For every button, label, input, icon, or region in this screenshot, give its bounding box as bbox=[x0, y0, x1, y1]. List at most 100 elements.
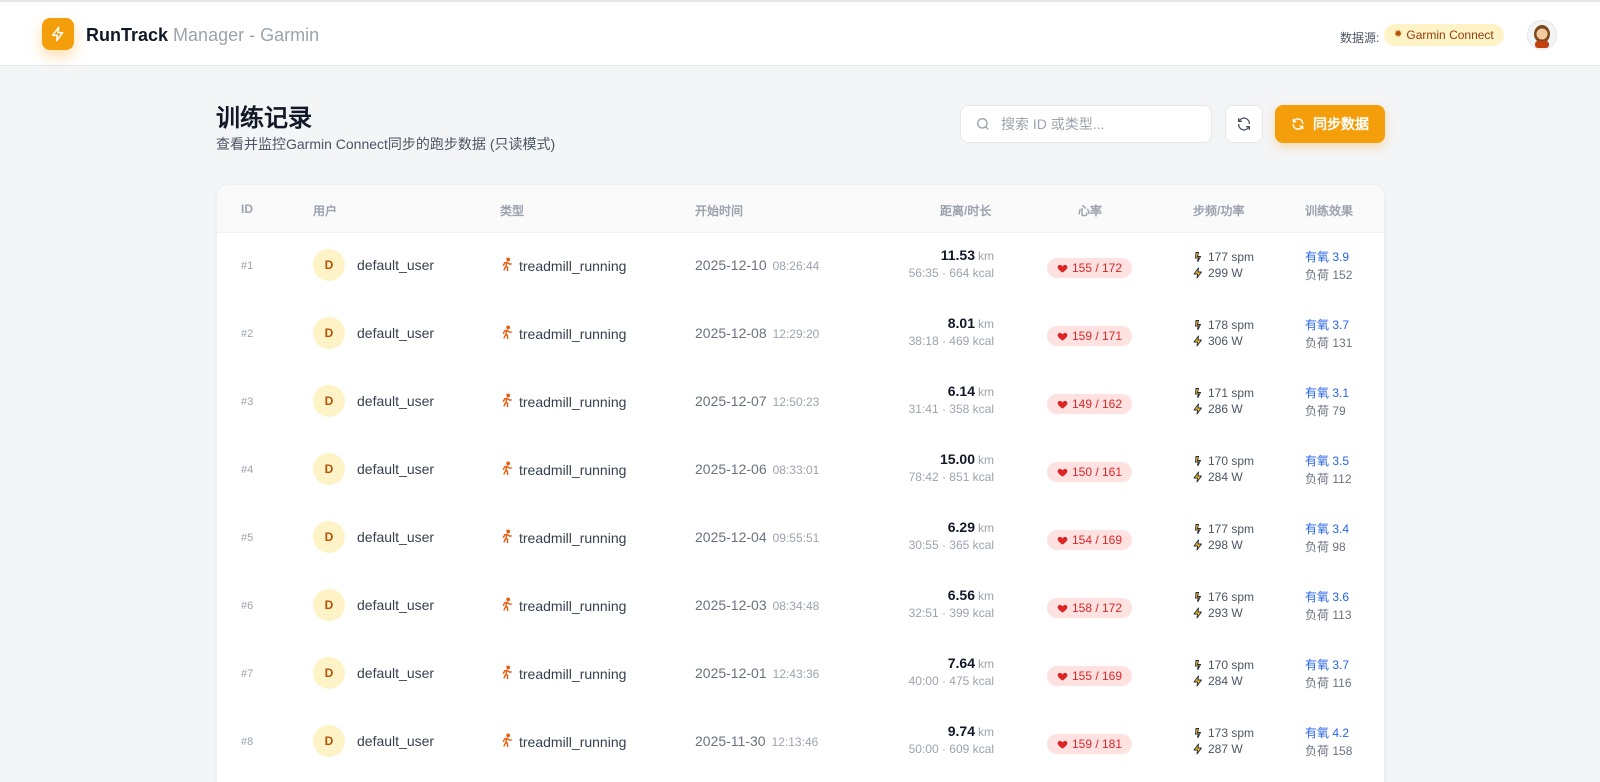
power-value: 299 W bbox=[1208, 266, 1243, 280]
shoe-icon bbox=[1195, 660, 1202, 671]
distance-unit: km bbox=[978, 453, 994, 467]
start-clock: 08:34:48 bbox=[772, 599, 820, 613]
user-name: default_user bbox=[357, 665, 435, 681]
table-row[interactable]: #2 Ddefault_user treadmill_running 2025-12-… bbox=[217, 301, 1384, 369]
load-label: 负荷 bbox=[1305, 744, 1330, 758]
header-distance-duration[interactable]: 距离/时长 bbox=[940, 202, 991, 219]
user-name: default_user bbox=[357, 597, 435, 613]
user-avatar-initial: D bbox=[313, 657, 345, 689]
heart-rate-value: 158 / 172 bbox=[1071, 601, 1123, 615]
header-type[interactable]: 类型 bbox=[500, 202, 524, 219]
cadence-value: 171 spm bbox=[1208, 386, 1255, 400]
power-icon bbox=[1193, 539, 1202, 551]
row-id: #5 bbox=[241, 532, 254, 544]
heart-icon bbox=[1057, 468, 1068, 477]
load-value: 116 bbox=[1332, 676, 1352, 690]
sync-icon bbox=[1292, 118, 1304, 130]
shoe-icon bbox=[1195, 456, 1202, 467]
load-value: 131 bbox=[1332, 336, 1353, 350]
start-clock: 08:33:01 bbox=[772, 463, 820, 477]
duration-calories: 78:42 · 851 kcal bbox=[908, 470, 994, 484]
sync-button[interactable]: 同步数据 bbox=[1275, 105, 1385, 143]
runner-icon bbox=[500, 393, 514, 410]
duration-calories: 38:18 · 469 kcal bbox=[908, 334, 994, 348]
row-id: #7 bbox=[241, 668, 254, 680]
user-cell: Ddefault_user bbox=[313, 589, 434, 621]
cadence-power: 170 spm 284 W bbox=[1192, 453, 1254, 485]
start-clock: 12:13:46 bbox=[771, 735, 819, 749]
row-id: #6 bbox=[241, 600, 254, 612]
user-avatar[interactable] bbox=[1527, 20, 1557, 50]
start-date: 2025-12-03 bbox=[695, 597, 767, 613]
header-user[interactable]: 用户 bbox=[313, 202, 337, 219]
distance-unit: km bbox=[978, 521, 994, 535]
table-header: ID 用户 类型 开始时间 距离/时长 心率 步频/功率 训练效果 bbox=[217, 185, 1384, 233]
refresh-button[interactable] bbox=[1225, 105, 1263, 143]
power-icon bbox=[1193, 267, 1202, 279]
user-avatar-initial: D bbox=[313, 589, 345, 621]
table-row[interactable]: #8 Ddefault_user treadmill_running 2025-11-… bbox=[217, 709, 1384, 777]
activity-type: treadmill_running bbox=[519, 393, 627, 410]
sync-button-label: 同步数据 bbox=[1313, 116, 1369, 132]
activities-table: ID 用户 类型 开始时间 距离/时长 心率 步频/功率 训练效果 #1 Ddef… bbox=[216, 184, 1385, 782]
header-cadence-power[interactable]: 步频/功率 bbox=[1193, 202, 1244, 219]
distance-duration: 6.14 km 31:41 · 358 kcal bbox=[909, 383, 994, 416]
load-value: 113 bbox=[1332, 608, 1352, 622]
heart-icon bbox=[1057, 672, 1068, 681]
training-effect: 有氧 3.5 负荷 112 bbox=[1305, 452, 1352, 488]
header-training-effect[interactable]: 训练效果 bbox=[1305, 202, 1353, 219]
brand-name: RunTrack bbox=[86, 25, 169, 45]
table-row[interactable]: #4 Ddefault_user treadmill_running 2025-12-… bbox=[217, 437, 1384, 505]
duration-calories: 30:55 · 365 kcal bbox=[908, 538, 994, 552]
cadence-value: 170 spm bbox=[1208, 454, 1255, 468]
aerobic-label: 有氧 bbox=[1305, 726, 1330, 740]
start-date: 2025-12-08 bbox=[695, 325, 767, 341]
garmin-icon: ✹ bbox=[1394, 29, 1403, 40]
runner-icon bbox=[500, 665, 514, 682]
training-effect: 有氧 3.7 负荷 116 bbox=[1305, 656, 1352, 692]
heart-rate-value: 159 / 181 bbox=[1071, 737, 1123, 751]
person-icon bbox=[1534, 25, 1550, 48]
load-label: 负荷 bbox=[1305, 540, 1330, 554]
start-date: 2025-12-01 bbox=[695, 665, 767, 681]
aerobic-value: 3.1 bbox=[1332, 386, 1350, 400]
table-row[interactable]: #1 Ddefault_user treadmill_running 2025-12-… bbox=[217, 233, 1384, 301]
cadence-value: 176 spm bbox=[1208, 590, 1255, 604]
distance-duration: 8.01 km 38:18 · 469 kcal bbox=[909, 315, 994, 348]
user-avatar-initial: D bbox=[313, 249, 345, 281]
aerobic-value: 3.9 bbox=[1332, 250, 1350, 264]
header-heart-rate[interactable]: 心率 bbox=[1078, 202, 1102, 219]
aerobic-label: 有氧 bbox=[1305, 386, 1330, 400]
search-input[interactable] bbox=[1001, 116, 1191, 132]
search-box[interactable] bbox=[960, 105, 1212, 143]
aerobic-value: 3.7 bbox=[1332, 658, 1350, 672]
header-start-time[interactable]: 开始时间 bbox=[695, 202, 743, 219]
heart-rate-badge: 150 / 161 bbox=[1047, 462, 1132, 482]
distance-unit: km bbox=[978, 249, 994, 263]
load-value: 112 bbox=[1332, 472, 1352, 486]
distance-unit: km bbox=[978, 657, 994, 671]
heart-rate-value: 150 / 161 bbox=[1071, 465, 1123, 479]
brand-subtitle: Manager - Garmin bbox=[173, 25, 320, 45]
load-value: 79 bbox=[1332, 404, 1346, 418]
table-row[interactable]: #5 Ddefault_user treadmill_running 2025-12-… bbox=[217, 505, 1384, 573]
table-row[interactable]: #7 Ddefault_user treadmill_running 2025-12-… bbox=[217, 641, 1384, 709]
training-effect: 有氧 3.7 负荷 131 bbox=[1305, 316, 1352, 352]
header-id[interactable]: ID bbox=[241, 202, 253, 216]
cadence-value: 178 spm bbox=[1208, 318, 1255, 332]
distance-unit: km bbox=[978, 589, 994, 603]
load-label: 负荷 bbox=[1305, 676, 1330, 690]
distance-value: 6.14 bbox=[947, 383, 975, 399]
distance-value: 11.53 bbox=[940, 247, 975, 263]
aerobic-value: 4.2 bbox=[1332, 726, 1350, 740]
app-logo[interactable] bbox=[42, 18, 74, 50]
runner-icon bbox=[500, 461, 514, 478]
app-title: RunTrack Manager - Garmin bbox=[86, 24, 319, 46]
heart-icon bbox=[1057, 604, 1068, 613]
user-avatar-initial: D bbox=[313, 317, 345, 349]
table-row[interactable]: #3 Ddefault_user treadmill_running 2025-12-… bbox=[217, 369, 1384, 437]
duration-calories: 40:00 · 475 kcal bbox=[908, 674, 994, 688]
cadence-power: 171 spm 286 W bbox=[1192, 385, 1254, 417]
distance-duration: 9.74 km 50:00 · 609 kcal bbox=[909, 723, 994, 756]
table-row[interactable]: #6 Ddefault_user treadmill_running 2025-12-… bbox=[217, 573, 1384, 641]
